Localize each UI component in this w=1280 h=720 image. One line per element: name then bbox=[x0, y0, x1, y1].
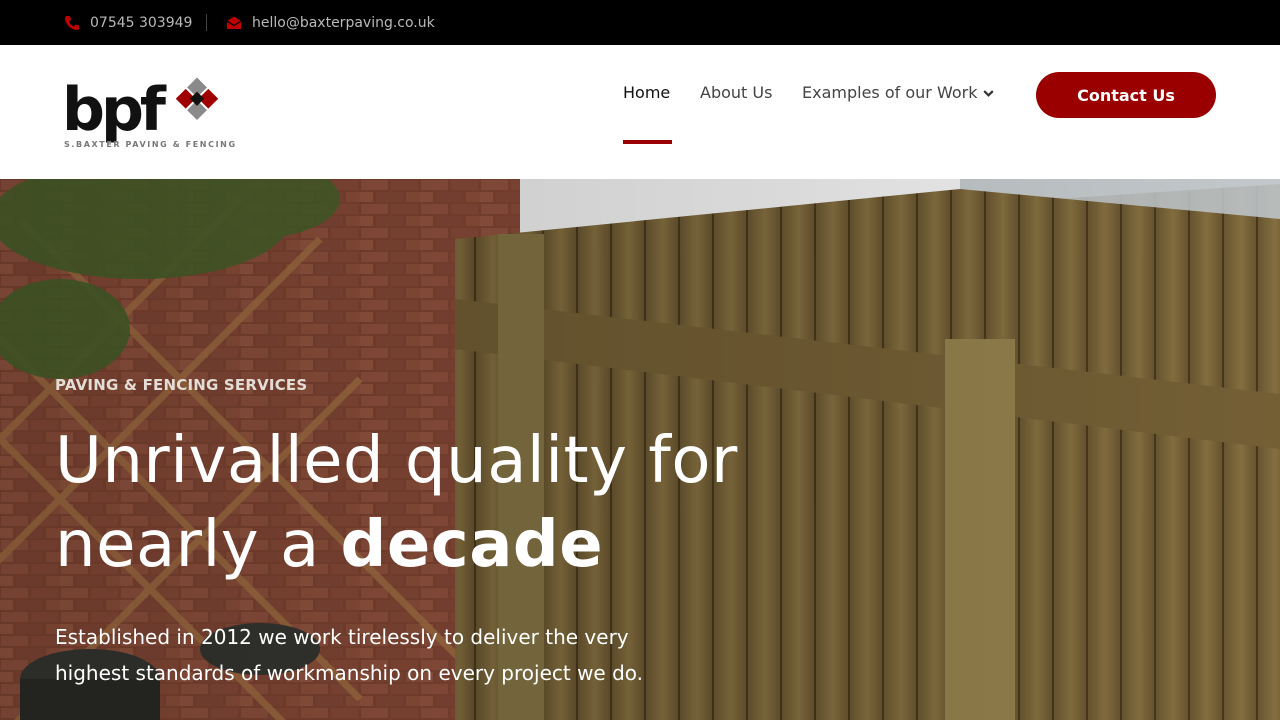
nav-home[interactable]: Home bbox=[623, 83, 670, 102]
envelope-icon bbox=[226, 16, 242, 29]
phone-number: 07545 303949 bbox=[90, 14, 193, 31]
hero-description-line-1: Established in 2012 we work tirelessly t… bbox=[55, 625, 629, 649]
topbar-divider bbox=[206, 14, 207, 31]
contact-us-button[interactable]: Contact Us bbox=[1036, 72, 1216, 118]
svg-text:bpf: bpf bbox=[62, 75, 167, 145]
headline-line-2-prefix: nearly a bbox=[55, 508, 341, 582]
nav-examples-of-our-work[interactable]: Examples of our Work bbox=[802, 83, 994, 102]
nav-about-us[interactable]: About Us bbox=[700, 83, 772, 102]
chevron-down-icon bbox=[984, 90, 994, 97]
logo-tagline: S.BAXTER PAVING & FENCING bbox=[64, 140, 237, 149]
email-link[interactable]: hello@baxterpaving.co.uk bbox=[226, 0, 435, 45]
headline-emphasis: decade bbox=[340, 508, 604, 582]
top-contact-bar: 07545 303949 hello@baxterpaving.co.uk bbox=[0, 0, 1280, 45]
hero-description: Established in 2012 we work tirelessly t… bbox=[55, 619, 755, 691]
nav-examples-label: Examples of our Work bbox=[802, 83, 978, 102]
hero-description-line-2: highest standards of workmanship on ever… bbox=[55, 661, 644, 685]
hero-section: PAVING & FENCING SERVICES Unrivalled qua… bbox=[0, 179, 1280, 720]
nav-active-indicator bbox=[623, 140, 672, 144]
phone-link[interactable]: 07545 303949 bbox=[64, 0, 192, 45]
hero-eyebrow: PAVING & FENCING SERVICES bbox=[55, 376, 308, 394]
phone-icon bbox=[65, 15, 79, 30]
headline-line-1: Unrivalled quality for bbox=[55, 424, 738, 498]
email-address: hello@baxterpaving.co.uk bbox=[252, 14, 435, 31]
site-header: bpf S.BAXTER PAVING & FENCING Home About… bbox=[0, 45, 1280, 179]
hero-headline: Unrivalled quality for nearly a decade bbox=[55, 419, 955, 587]
